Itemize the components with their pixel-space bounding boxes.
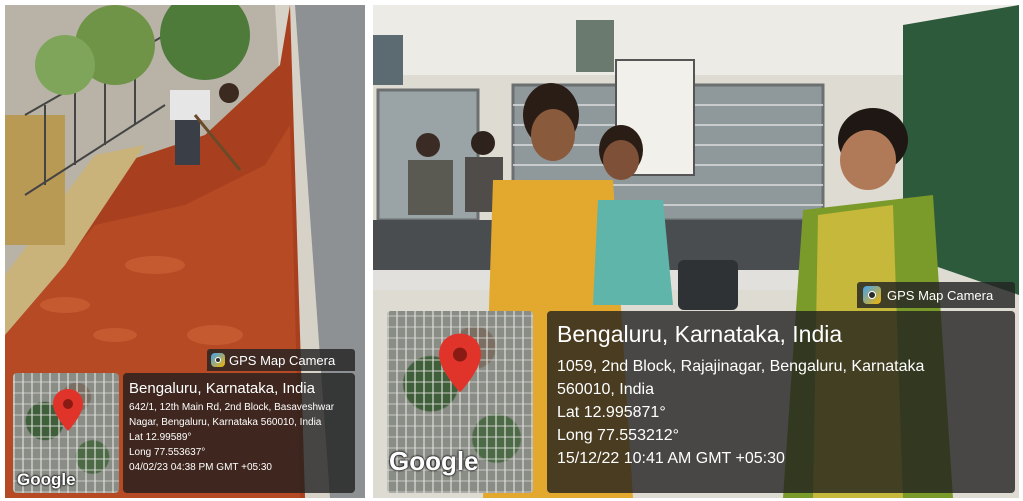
address-line-1: 1059, 2nd Block, Rajajinagar, Bengaluru,… (557, 358, 925, 375)
location-stamp: Bengaluru, Karnataka, India 1059, 2nd Bl… (547, 311, 1015, 493)
timestamp: 15/12/22 10:41 AM GMT +05:30 (557, 450, 785, 467)
gps-map-camera-badge: GPS Map Camera (207, 349, 355, 371)
badge-label: GPS Map Camera (887, 287, 994, 303)
gps-map-camera-icon (863, 286, 881, 304)
google-logo: Google (389, 446, 479, 476)
location-title: Bengaluru, Karnataka, India (129, 380, 315, 397)
latitude: Lat 12.99589° (129, 432, 192, 443)
latitude: Lat 12.995871° (557, 404, 666, 421)
location-pin-icon (439, 333, 481, 393)
address-line-2: 560010, India (557, 381, 654, 398)
location-map: Google (13, 373, 119, 493)
right-photo: GPS Map Camera Google Bengaluru, Karnata… (373, 5, 1019, 498)
address-line-2: Nagar, Bengaluru, Karnataka 560010, Indi… (129, 417, 322, 428)
longitude: Long 77.553212° (557, 427, 680, 444)
left-photo: GPS Map Camera Google Bengaluru, Karnata… (5, 5, 365, 498)
location-map: Google (387, 311, 533, 493)
address-line-1: 642/1, 12th Main Rd, 2nd Block, Basavesh… (129, 402, 335, 413)
location-stamp: Bengaluru, Karnataka, India 642/1, 12th … (123, 373, 355, 493)
gps-map-camera-badge: GPS Map Camera (857, 282, 1015, 308)
timestamp: 04/02/23 04:38 PM GMT +05:30 (129, 462, 272, 473)
longitude: Long 77.553637° (129, 447, 206, 458)
badge-label: GPS Map Camera (229, 352, 336, 368)
location-pin-icon (53, 389, 83, 431)
google-logo: Google (17, 470, 76, 489)
location-title: Bengaluru, Karnataka, India (557, 321, 843, 347)
gps-map-camera-icon (211, 353, 225, 367)
